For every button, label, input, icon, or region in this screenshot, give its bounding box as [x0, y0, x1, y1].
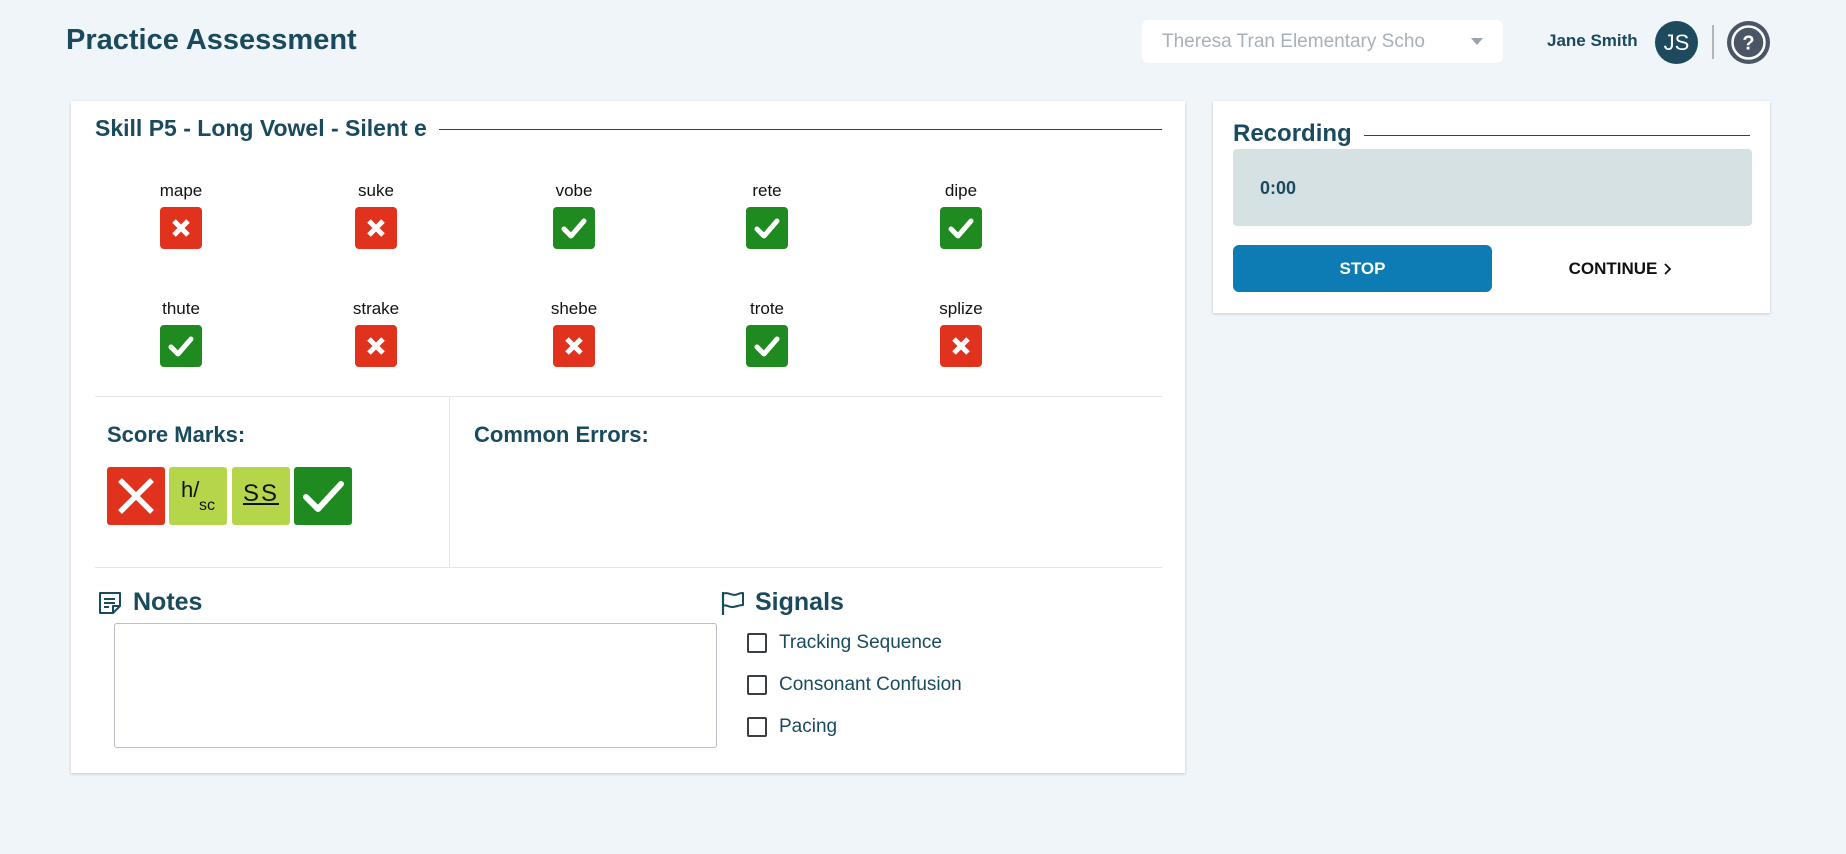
common-errors-label: Common Errors: [474, 422, 649, 447]
school-select-value: Theresa Tran Elementary Scho [1162, 30, 1425, 52]
word-item: splize [901, 299, 1021, 372]
chevron-right-icon [1664, 262, 1672, 275]
svg-text:?: ? [1742, 33, 1754, 55]
score-mark-incorrect[interactable] [107, 467, 165, 525]
x-icon [952, 337, 970, 355]
mark-incorrect-button[interactable] [160, 207, 202, 249]
mark-incorrect-button[interactable] [355, 325, 397, 367]
flag-icon [721, 591, 744, 615]
x-icon [172, 219, 190, 237]
check-icon [303, 481, 344, 512]
word-item: vobe [514, 181, 634, 254]
x-icon [565, 337, 583, 355]
word-item: rete [707, 181, 827, 254]
word-item: dipe [901, 181, 1021, 254]
skill-title: Skill P5 - Long Vowel - Silent e [95, 114, 427, 141]
mark-incorrect-button[interactable] [355, 207, 397, 249]
x-icon [118, 478, 154, 514]
app-root: Practice Assessment Theresa Tran Element… [0, 0, 1846, 854]
mark-incorrect-button[interactable] [940, 325, 982, 367]
user-name: Jane Smith [1547, 31, 1638, 50]
word-item: strake [316, 299, 436, 372]
signals-header: Signals [719, 588, 844, 617]
avatar[interactable]: JS [1655, 21, 1698, 64]
check-icon [948, 218, 974, 239]
score-mark-hsc[interactable]: h/ sc [169, 467, 227, 525]
score-mark-correct[interactable] [294, 467, 352, 525]
check-icon [168, 336, 194, 357]
stop-button[interactable]: STOP [1233, 245, 1492, 292]
chevron-down-icon [1471, 38, 1483, 45]
notes-header: Notes [97, 588, 202, 617]
word-item: thute [121, 299, 241, 372]
word-item: mape [121, 181, 241, 254]
skill-title-row: Skill P5 - Long Vowel - Silent e [95, 113, 1162, 143]
page-title: Practice Assessment [66, 24, 357, 56]
mark-correct-button[interactable] [160, 325, 202, 367]
section-divider [95, 567, 1162, 568]
hsc-sublabel: sc [199, 497, 215, 514]
recording-timer-box: 0:00 [1233, 149, 1752, 226]
word-label: vobe [555, 181, 593, 200]
signal-tracking-sequence[interactable]: Tracking Sequence [747, 632, 942, 654]
mark-incorrect-button[interactable] [553, 325, 595, 367]
word-item: trote [707, 299, 827, 372]
x-icon [367, 219, 385, 237]
word-label: strake [352, 299, 400, 318]
mark-correct-button[interactable] [940, 207, 982, 249]
signal-pacing[interactable]: Pacing [747, 716, 837, 738]
word-label: rete [752, 181, 782, 200]
recording-title-row: Recording [1233, 119, 1750, 149]
avatar-initials: JS [1663, 29, 1690, 55]
continue-label: CONTINUE [1568, 258, 1658, 278]
score-mark-ss[interactable]: SS [232, 467, 290, 525]
column-divider [449, 397, 450, 568]
notes-textarea[interactable] [114, 623, 717, 748]
word-label: thute [162, 299, 200, 318]
help-button[interactable]: ? [1727, 21, 1770, 64]
signal-label: Consonant Confusion [779, 674, 962, 695]
assessment-card: Skill P5 - Long Vowel - Silent e mape suk… [71, 101, 1185, 773]
ss-label: SS [242, 480, 279, 507]
word-item: shebe [514, 299, 634, 372]
mark-correct-button[interactable] [746, 325, 788, 367]
notes-label: Notes [133, 588, 203, 616]
word-label: mape [159, 181, 203, 200]
mark-correct-button[interactable] [553, 207, 595, 249]
word-label: trote [749, 299, 785, 318]
word-label: shebe [550, 299, 598, 318]
section-divider [95, 396, 1162, 397]
help-icon: ? [1731, 25, 1766, 60]
recording-title: Recording [1233, 120, 1352, 147]
signal-label: Pacing [779, 716, 838, 737]
score-marks-label: Score Marks: [107, 422, 246, 447]
header-divider [1712, 25, 1714, 59]
recording-time: 0:00 [1260, 178, 1297, 198]
check-icon [754, 218, 780, 239]
mark-correct-button[interactable] [746, 207, 788, 249]
signal-consonant-confusion[interactable]: Consonant Confusion [747, 674, 962, 696]
checkbox[interactable] [747, 675, 767, 695]
school-select[interactable]: Theresa Tran Elementary Scho [1142, 20, 1503, 63]
checkbox[interactable] [747, 633, 767, 653]
checkbox[interactable] [747, 717, 767, 737]
word-label: suke [358, 181, 394, 200]
notes-icon [99, 591, 121, 614]
title-rule [438, 128, 1162, 130]
word-item: suke [316, 181, 436, 254]
signal-label: Tracking Sequence [779, 632, 943, 653]
continue-button[interactable]: CONTINUE [1551, 245, 1691, 292]
word-label: dipe [944, 181, 978, 200]
word-label: splize [939, 299, 983, 318]
hsc-label: h/ [181, 477, 200, 502]
signals-label: Signals [755, 588, 844, 616]
check-icon [754, 336, 780, 357]
check-icon [561, 218, 587, 239]
x-icon [367, 337, 385, 355]
recording-card: Recording 0:00 STOP CONTINUE [1213, 101, 1770, 313]
title-rule [1363, 134, 1750, 136]
